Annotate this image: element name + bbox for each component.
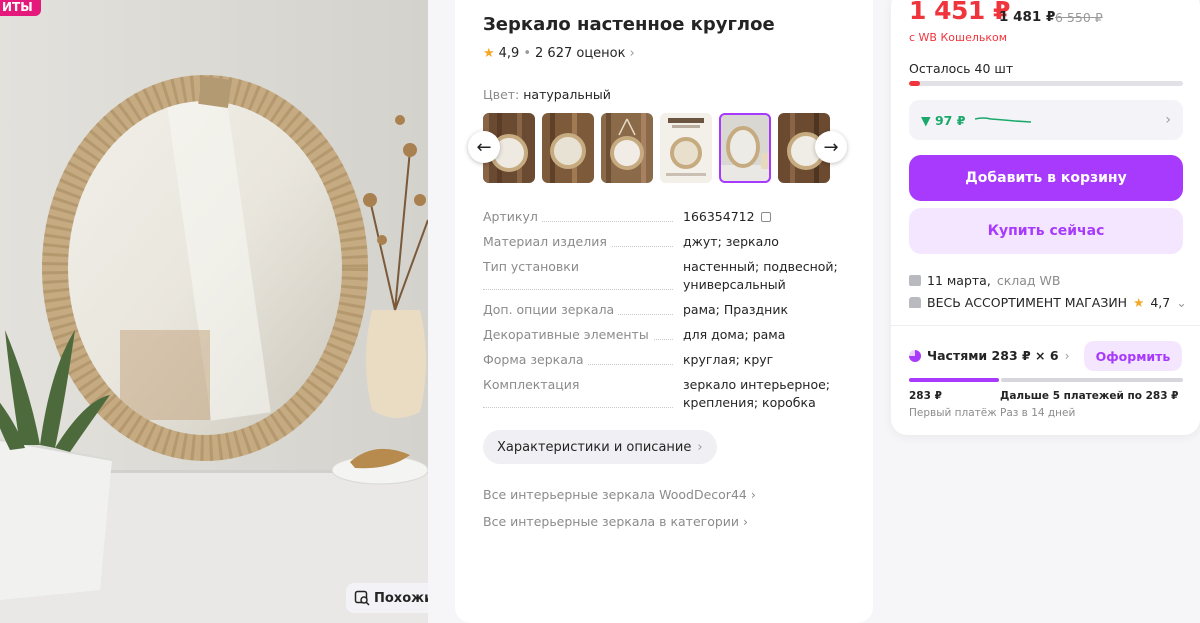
thumbnail-image	[601, 113, 653, 183]
category-mirrors-link[interactable]: Все интерьерные зеркала в категории ›	[483, 514, 748, 529]
thumbnail-image	[660, 113, 712, 183]
delivery-date: 11 марта,	[927, 273, 991, 288]
similar-button[interactable]: Похожие	[346, 583, 428, 613]
installments-pie-icon	[909, 349, 921, 362]
rating-value: 4,9	[498, 46, 520, 61]
add-to-cart-button[interactable]: Добавить в корзину	[909, 155, 1183, 201]
price-drop: ▼ 97 ₽	[921, 112, 966, 128]
spec-value: джут; зеркало	[683, 234, 779, 249]
first-payment-bar	[909, 378, 999, 382]
spec-row: Декоративные элементы для дома; рама	[483, 326, 853, 344]
dot-separator: •	[523, 46, 532, 61]
chevron-right-icon: ›	[697, 439, 703, 455]
stock-bar	[909, 81, 1183, 86]
thumbnail-selected[interactable]	[719, 113, 771, 183]
spec-row: Комплектация зеркало интерьерное; крепле…	[483, 376, 853, 412]
delivery-info: 11 марта, склад WB	[909, 273, 1060, 288]
thumbnails-next-button[interactable]: →	[815, 131, 847, 163]
spec-value: настенный; подвесной; универсальный	[683, 259, 838, 292]
installments-text: Частями 283 ₽ × 6	[927, 348, 1059, 363]
similar-label: Похожие	[374, 590, 428, 606]
arrow-right-icon: →	[823, 136, 839, 158]
price-wallet: 1 451 ₽	[909, 0, 1010, 25]
chevron-right-icon: ›	[629, 46, 635, 61]
product-main-photo[interactable]: ИТЫ Похожие	[0, 0, 428, 623]
rating-reviews-link[interactable]: ★ 4,9 • 2 627 оценок ›	[483, 46, 635, 61]
specs-table: Артикул 166354712 Материал изделия джут;…	[483, 208, 853, 419]
spec-row: Тип установки настенный; подвесной; унив…	[483, 258, 853, 294]
arrow-left-icon: ←	[476, 136, 492, 158]
next-payments-bar	[1001, 378, 1183, 382]
reviews-count: 2 627 оценок	[535, 46, 626, 61]
first-payment-label: Первый платёж	[909, 407, 997, 419]
delivery-warehouse: склад WB	[996, 273, 1061, 288]
chevron-right-icon: ›	[743, 514, 749, 529]
buy-now-button[interactable]: Купить сейчас	[909, 208, 1183, 254]
price-history-button[interactable]: ▼ 97 ₽ ›	[909, 100, 1183, 140]
chevron-right-icon: ›	[1165, 112, 1171, 128]
spec-row: Форма зеркала круглая; круг	[483, 351, 853, 369]
spec-row: Артикул 166354712	[483, 208, 853, 226]
spec-row: Доп. опции зеркала рама; Праздник	[483, 301, 853, 319]
thumbnail[interactable]	[542, 113, 594, 183]
color-thumbnails	[483, 113, 830, 183]
chevron-right-icon: ›	[1064, 348, 1070, 363]
copy-icon[interactable]	[760, 212, 771, 222]
color-label: Цвет:	[483, 87, 520, 102]
divider	[891, 325, 1200, 326]
next-payments-amount: Дальше 5 платежей по 283 ₽	[1000, 390, 1179, 402]
spec-value: зеркало интерьерное; крепления; коробка	[683, 377, 831, 410]
thumbnail[interactable]	[660, 113, 712, 183]
spec-name: Тип установки	[483, 258, 583, 276]
wallet-note: с WB Кошельком	[909, 31, 1008, 44]
price-trend-sparkline	[975, 117, 1032, 123]
arrange-installments-button[interactable]: Оформить	[1084, 341, 1182, 371]
star-icon: ★	[1133, 295, 1145, 310]
spec-name: Артикул	[483, 208, 542, 226]
mirror-photo-illustration	[0, 0, 428, 623]
chevron-down-icon: ⌄	[1176, 295, 1187, 310]
spec-name: Материал изделия	[483, 233, 611, 251]
brand-mirrors-link[interactable]: Все интерьерные зеркала WoodDecor44 ›	[483, 487, 756, 502]
brand-link-label: Все интерьерные зеркала WoodDecor44	[483, 487, 747, 502]
installments-link[interactable]: Частями 283 ₽ × 6 ›	[909, 348, 1070, 363]
thumbnails-prev-button[interactable]: ←	[468, 131, 500, 163]
spec-name: Доп. опции зеркала	[483, 301, 619, 319]
spec-name: Декоративные элементы	[483, 326, 653, 344]
store-icon	[909, 297, 921, 308]
thumbnail-image	[542, 113, 594, 183]
product-title: Зеркало настенное круглое	[483, 14, 775, 35]
next-payments-label: Раз в 14 дней	[1000, 407, 1076, 419]
stock-bar-fill	[909, 81, 920, 86]
category-link-label: Все интерьерные зеркала в категории	[483, 514, 740, 529]
store-name: ВЕСЬ АССОРТИМЕНТ МАГАЗИН	[927, 295, 1128, 310]
first-payment-amount: 283 ₽	[909, 390, 942, 402]
product-info-panel: Зеркало настенное круглое ★ 4,9 • 2 627 …	[455, 0, 873, 623]
spec-row: Материал изделия джут; зеркало	[483, 233, 853, 251]
spec-value: 166354712	[683, 209, 755, 224]
spec-value: круглая; круг	[683, 352, 774, 367]
star-icon: ★	[483, 46, 495, 61]
stock-text: Осталось 40 шт	[909, 61, 1014, 76]
spec-name: Форма зеркала	[483, 351, 588, 369]
characteristics-label: Характеристики и описание	[497, 439, 692, 455]
thumbnail[interactable]	[601, 113, 653, 183]
image-search-icon	[354, 590, 370, 606]
spec-value: рама; Праздник	[683, 302, 788, 317]
price-old: 6 550 ₽	[1055, 10, 1103, 25]
spec-value: для дома; рама	[683, 327, 786, 342]
color-value: натуральный	[523, 87, 611, 102]
characteristics-button[interactable]: Характеристики и описание ›	[483, 430, 717, 464]
color-line: Цвет: натуральный	[483, 87, 611, 102]
chevron-right-icon: ›	[750, 487, 756, 502]
price-regular: 1 481 ₽	[999, 9, 1056, 25]
spec-name: Комплектация	[483, 376, 584, 394]
store-rating: 4,7	[1150, 295, 1171, 310]
seller-link[interactable]: ВЕСЬ АССОРТИМЕНТ МАГАЗИН ★ 4,7 ⌄	[909, 295, 1187, 310]
box-icon	[909, 275, 921, 286]
thumbnail-image	[719, 113, 771, 183]
hits-badge: ИТЫ	[0, 0, 41, 16]
purchase-card: 1 451 ₽ 1 481 ₽ 6 550 ₽ с WB Кошельком О…	[891, 0, 1200, 435]
